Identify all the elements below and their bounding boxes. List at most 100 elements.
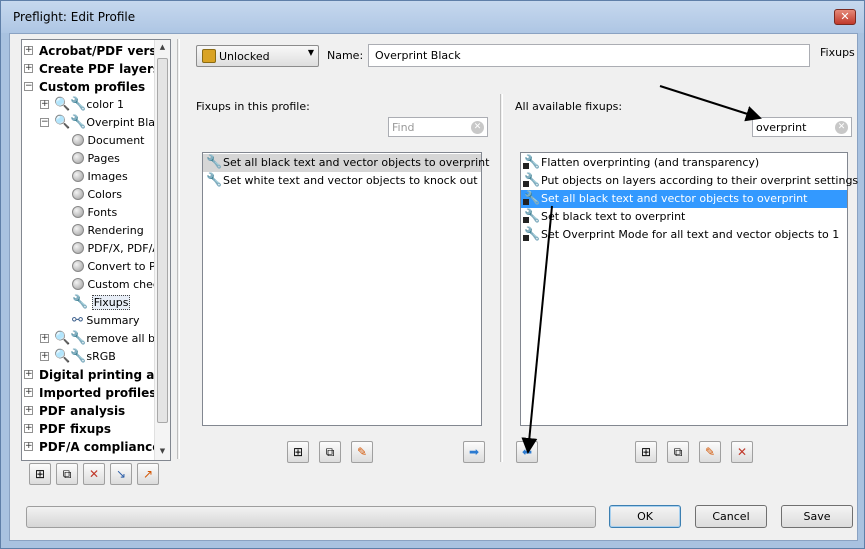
title-bar[interactable]: Preflight: Edit Profile ✕: [1, 1, 864, 33]
new-available-fixup-button[interactable]: ⊞: [635, 441, 657, 463]
tree-node-colors[interactable]: Colors: [72, 186, 122, 204]
duplicate-available-fixup-button[interactable]: ⧉: [667, 441, 689, 463]
tree-node-custom-profiles[interactable]: − Custom profiles: [24, 78, 145, 96]
delete-button[interactable]: ✕: [83, 463, 105, 485]
search-input[interactable]: overprint ✕: [752, 117, 852, 137]
name-field[interactable]: Overprint Black: [368, 44, 810, 67]
category-icon: [72, 152, 84, 164]
tree-scrollbar[interactable]: ▲ ▼: [154, 40, 170, 460]
lock-icon: [523, 217, 529, 223]
tree-node-fixups[interactable]: 🔧 Fixups: [72, 294, 131, 312]
available-fixups-label: All available fixups:: [515, 100, 623, 113]
save-button[interactable]: Save: [781, 505, 853, 528]
chevron-down-icon: ▼: [307, 48, 314, 57]
tree-node-convert[interactable]: Convert to P: [72, 258, 156, 276]
tree-node-images[interactable]: Images: [72, 168, 128, 186]
tree-node-imported[interactable]: + Imported profiles: [24, 384, 156, 402]
dialog-title: Preflight: Edit Profile: [13, 10, 136, 24]
tree-node-srgb[interactable]: + 🔍🔧sRGB: [40, 348, 116, 366]
tree-node-document[interactable]: Document: [72, 132, 145, 150]
profile-icon: 🔍🔧: [54, 115, 87, 130]
tree-node-rendering[interactable]: Rendering: [72, 222, 144, 240]
category-icon: [72, 170, 84, 182]
expand-icon[interactable]: +: [40, 334, 49, 343]
category-icon: [72, 206, 84, 218]
collapse-icon[interactable]: −: [40, 118, 49, 127]
list-item[interactable]: 🔧 Put objects on layers according to the…: [521, 172, 858, 190]
close-button[interactable]: ✕: [834, 9, 856, 25]
expand-icon[interactable]: +: [24, 442, 33, 451]
new-fixup-button[interactable]: ⊞: [287, 441, 309, 463]
tree-node-custom-checks[interactable]: Custom chec: [72, 276, 159, 294]
tree-node-summary[interactable]: ⚯ Summary: [72, 312, 140, 330]
profile-icon: 🔍🔧: [54, 349, 87, 364]
wrench-icon: 🔧: [206, 173, 223, 188]
wrench-icon: 🔧: [72, 295, 89, 310]
edit-available-fixup-button[interactable]: ✎: [699, 441, 721, 463]
clear-icon[interactable]: ✕: [835, 121, 848, 134]
list-item[interactable]: 🔧 Set Overprint Mode for all text and ve…: [521, 226, 839, 244]
lock-icon: [523, 235, 529, 241]
tree-node-pdfx[interactable]: PDF/X, PDF/A: [72, 240, 160, 258]
category-icon: [72, 134, 84, 146]
scroll-down-icon[interactable]: ▼: [155, 444, 170, 459]
list-item[interactable]: 🔧 Set white text and vector objects to k…: [203, 172, 478, 190]
export-button[interactable]: ↗: [137, 463, 159, 485]
tree-node-create-layers[interactable]: + Create PDF layers: [24, 60, 160, 78]
profile-icon: 🔍🔧: [54, 331, 87, 346]
section-label: Fixups: [820, 46, 855, 59]
profile-tree[interactable]: + Acrobat/PDF version + Create PDF layers …: [21, 39, 171, 461]
list-item-selected[interactable]: 🔧 Set all black text and vector objects …: [521, 190, 847, 208]
expand-icon[interactable]: +: [40, 100, 49, 109]
expand-icon[interactable]: +: [24, 46, 33, 55]
name-label: Name:: [327, 49, 364, 62]
collapse-icon[interactable]: −: [24, 82, 33, 91]
tree-node-pdf-analysis[interactable]: + PDF analysis: [24, 402, 125, 420]
tree-node-acrobat[interactable]: + Acrobat/PDF version: [24, 42, 170, 60]
tree-node-overprint-black[interactable]: − 🔍🔧Overpint Black: [40, 114, 167, 132]
clear-icon[interactable]: ✕: [471, 121, 484, 134]
move-left-button[interactable]: ⬅: [516, 441, 538, 463]
tree-node-pages[interactable]: Pages: [72, 150, 120, 168]
lock-icon: [523, 199, 529, 205]
scroll-thumb[interactable]: [157, 58, 168, 423]
expand-icon[interactable]: +: [24, 424, 33, 433]
list-item[interactable]: 🔧 Set all black text and vector objects …: [203, 154, 489, 172]
list-item[interactable]: 🔧 Flatten overprinting (and transparency…: [521, 154, 759, 172]
available-fixups-list[interactable]: 🔧 Flatten overprinting (and transparency…: [520, 152, 858, 426]
list-item[interactable]: 🔧 Set black text to overprint: [521, 208, 685, 226]
tree-node-color1[interactable]: + 🔍🔧color 1: [40, 96, 124, 114]
lock-icon: [523, 181, 529, 187]
delete-fixup-button[interactable]: ✕: [731, 441, 753, 463]
lock-icon: [523, 163, 529, 169]
tree-node-digital-printing[interactable]: + Digital printing and o: [24, 366, 170, 384]
profile-fixups-list[interactable]: 🔧 Set all black text and vector objects …: [202, 152, 489, 426]
progress-bar: [26, 506, 596, 528]
tree-node-pdf-fixups[interactable]: + PDF fixups: [24, 420, 111, 438]
expand-icon[interactable]: +: [24, 370, 33, 379]
expand-icon[interactable]: +: [24, 388, 33, 397]
move-right-button[interactable]: ➡: [463, 441, 485, 463]
import-button[interactable]: ↘: [110, 463, 132, 485]
expand-icon[interactable]: +: [24, 406, 33, 415]
category-icon: [72, 260, 84, 272]
find-input[interactable]: Find ✕: [388, 117, 488, 137]
category-icon: [72, 188, 84, 200]
tree-node-remove-all[interactable]: + 🔍🔧remove all bo: [40, 330, 162, 348]
expand-icon[interactable]: +: [40, 352, 49, 361]
lock-icon: [202, 49, 216, 63]
category-icon: [72, 224, 84, 236]
ok-button[interactable]: OK: [609, 505, 681, 528]
category-icon: [72, 242, 84, 254]
duplicate-button[interactable]: ⧉: [56, 463, 78, 485]
lock-dropdown[interactable]: Unlocked ▼: [196, 45, 319, 67]
expand-icon[interactable]: +: [24, 64, 33, 73]
scroll-up-icon[interactable]: ▲: [155, 40, 170, 55]
new-profile-button[interactable]: ⊞: [29, 463, 51, 485]
duplicate-fixup-button[interactable]: ⧉: [319, 441, 341, 463]
list-divider: [500, 94, 503, 462]
cancel-button[interactable]: Cancel: [695, 505, 767, 528]
tree-node-pdfa[interactable]: + PDF/A compliance: [24, 438, 160, 456]
tree-node-fonts[interactable]: Fonts: [72, 204, 117, 222]
edit-fixup-button[interactable]: ✎: [351, 441, 373, 463]
